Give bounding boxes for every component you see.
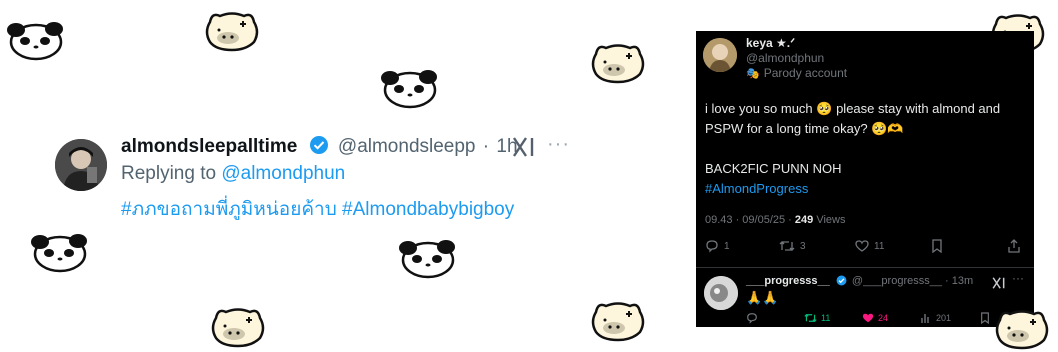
handle[interactable]: @almondphun bbox=[746, 51, 824, 65]
parody-label: 🎭 Parody account bbox=[746, 66, 848, 80]
reply-action-bar: 11 24 201 bbox=[746, 312, 1026, 326]
bookmark-icon bbox=[932, 239, 942, 253]
repost-button[interactable]: 3 bbox=[779, 239, 806, 253]
more-icon[interactable]: ··· bbox=[547, 133, 570, 156]
xai-logo-icon[interactable] bbox=[992, 276, 1006, 295]
hashtag-link[interactable]: #AlmondProgress bbox=[705, 179, 1027, 199]
embedded-post-card: keya ★.ᐟ @almondphun 🎭 Parody account i l… bbox=[696, 31, 1034, 327]
display-name[interactable]: almondsleepalltime bbox=[121, 136, 297, 157]
panda-sticker bbox=[380, 68, 442, 110]
like-button[interactable]: 11 bbox=[855, 239, 884, 253]
replying-prefix: Replying to bbox=[121, 163, 217, 184]
share-icon bbox=[1008, 239, 1020, 253]
avatar[interactable] bbox=[704, 276, 738, 310]
views-label: Views bbox=[816, 214, 846, 226]
repost-icon bbox=[804, 313, 817, 323]
verified-badge-icon bbox=[309, 135, 329, 161]
divider bbox=[696, 267, 1034, 268]
hashtags[interactable]: #ภภขอถามพี่ภูมิหน่อยค้าบ #Almondbabybigb… bbox=[121, 194, 514, 224]
share-button[interactable] bbox=[1007, 239, 1021, 253]
piglet-sticker bbox=[588, 40, 648, 86]
time-ago[interactable]: 13m bbox=[952, 275, 973, 287]
reply-tweet[interactable]: almondsleepalltime @almondsleepp · 1h ··… bbox=[55, 133, 575, 223]
timestamp[interactable]: 09.43 · 09/05/25 · bbox=[705, 214, 792, 226]
parody-mask-icon: 🎭 bbox=[746, 68, 760, 80]
avatar[interactable] bbox=[55, 139, 107, 191]
separator: · bbox=[482, 136, 490, 157]
views-count: 249 bbox=[794, 214, 814, 226]
handle[interactable]: @almondsleepp bbox=[338, 136, 476, 157]
like-icon bbox=[855, 240, 869, 252]
like-icon bbox=[862, 313, 874, 323]
repost-button[interactable]: 11 bbox=[804, 312, 830, 324]
bookmark-icon bbox=[981, 312, 989, 324]
piglet-sticker bbox=[202, 8, 262, 54]
reply-text: 🙏🙏 bbox=[746, 290, 779, 305]
reply-icon bbox=[706, 240, 718, 253]
piglet-sticker bbox=[588, 298, 648, 344]
reply-icon bbox=[747, 313, 757, 324]
replying-to: Replying to @almondphun bbox=[121, 163, 345, 185]
panda-sticker bbox=[398, 238, 460, 280]
separator: · bbox=[945, 275, 949, 287]
like-button[interactable]: 24 bbox=[862, 312, 888, 324]
avatar[interactable] bbox=[703, 38, 737, 72]
bookmark-button[interactable] bbox=[980, 312, 990, 324]
panda-sticker bbox=[6, 20, 68, 62]
verified-badge-icon bbox=[836, 275, 847, 289]
piglet-sticker bbox=[992, 306, 1052, 352]
mention-link[interactable]: @almondphun bbox=[221, 163, 345, 184]
display-name[interactable]: ___progresss__ bbox=[746, 275, 830, 287]
more-icon[interactable]: ··· bbox=[1012, 271, 1024, 285]
action-bar: 1 3 11 bbox=[705, 239, 1025, 259]
reply-button[interactable]: 1 bbox=[705, 239, 730, 253]
post-meta: 09.43 · 09/05/25 · 249 Views bbox=[705, 214, 845, 226]
post-text: BACK2FIC PUNN NOH bbox=[705, 161, 842, 176]
views-icon bbox=[921, 314, 929, 323]
post-text: i love you so much 🥺 please stay with al… bbox=[705, 101, 1001, 136]
reply-button[interactable] bbox=[746, 312, 758, 324]
repost-icon bbox=[779, 241, 795, 251]
views-button[interactable]: 201 bbox=[920, 312, 951, 324]
piglet-sticker bbox=[208, 304, 268, 350]
bookmark-button[interactable] bbox=[931, 239, 943, 253]
display-name[interactable]: keya ★.ᐟ bbox=[746, 36, 795, 50]
xai-logo-icon[interactable] bbox=[512, 136, 536, 163]
post-body: i love you so much 🥺 please stay with al… bbox=[705, 99, 1027, 199]
panda-sticker bbox=[30, 232, 92, 274]
handle[interactable]: @___progresss__ bbox=[852, 275, 942, 287]
